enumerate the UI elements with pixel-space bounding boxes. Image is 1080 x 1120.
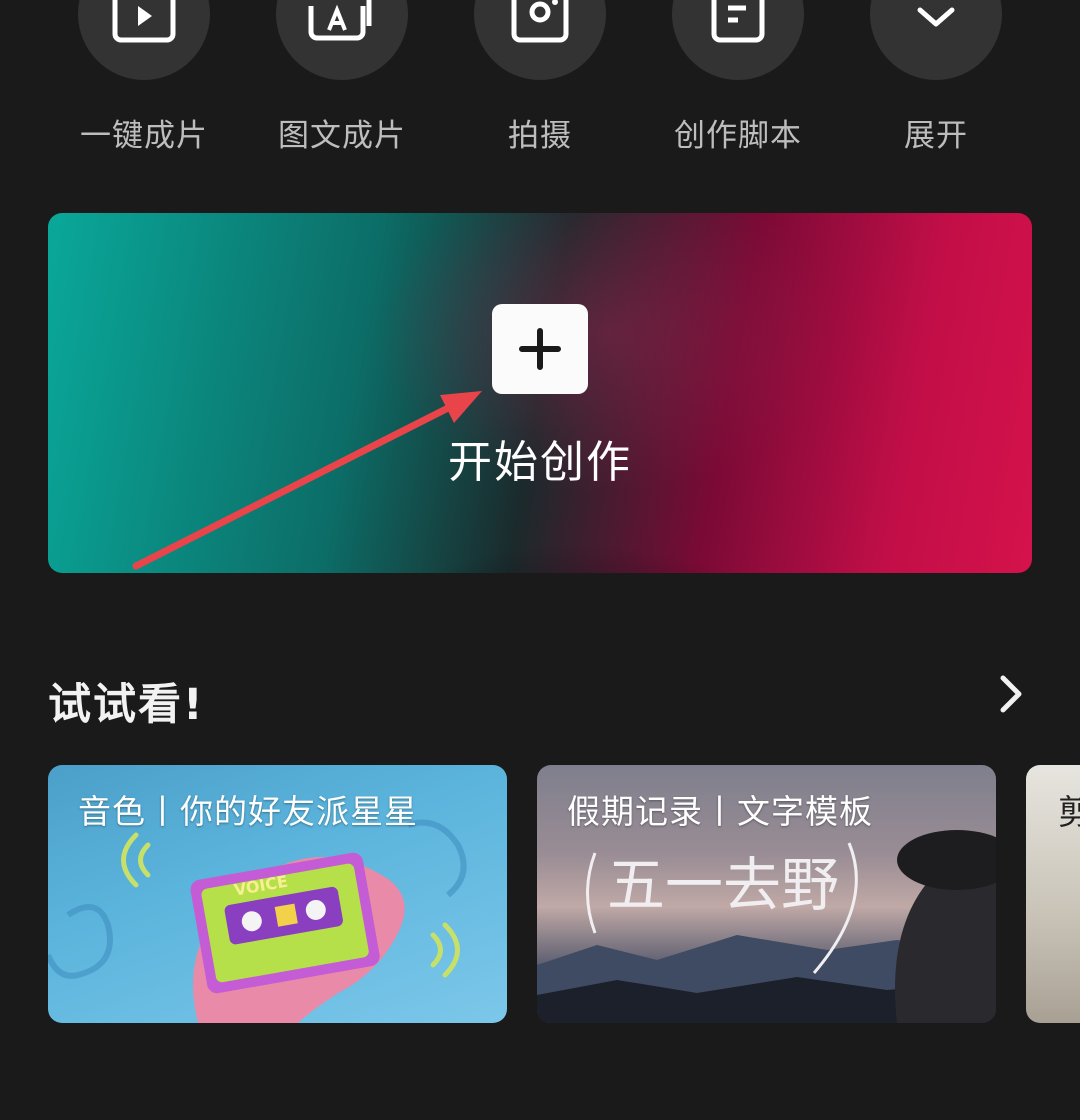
template-card[interactable]: 五一去野 假期记录丨文字模板 — [537, 765, 996, 1023]
plus-icon — [519, 328, 561, 370]
tool-label: 创作脚本 — [674, 118, 802, 154]
tool-text-to-video[interactable]: 图文成片 — [243, 0, 441, 155]
start-creation-button[interactable] — [492, 304, 588, 394]
card-title: 音色丨你的好友派星星 — [78, 792, 418, 831]
tool-label: 展开 — [904, 118, 968, 154]
tool-circle — [78, 0, 210, 80]
quick-tools-row: 一键成片 图文成片 拍摄 创作脚本 展开 — [0, 0, 1080, 170]
tool-expand[interactable]: 展开 — [837, 0, 1035, 155]
section-title: 试试看! — [48, 680, 205, 730]
chevron-down-icon — [917, 7, 955, 27]
text-image-icon — [308, 0, 372, 41]
tool-one-click-video[interactable]: 一键成片 — [45, 0, 243, 155]
tool-circle — [672, 0, 804, 80]
card-art-text: 五一去野 — [607, 851, 839, 919]
chevron-right-icon[interactable] — [993, 672, 1029, 716]
card-title: 剪 — [1058, 793, 1080, 833]
home-page: 一键成片 图文成片 拍摄 创作脚本 展开 开始创作 试试看! VOICE 音色丨… — [0, 0, 1080, 1120]
template-card[interactable]: VOICE 音色丨你的好友派星星 — [48, 765, 507, 1023]
tool-label: 图文成片 — [278, 118, 406, 154]
play-icon — [112, 0, 176, 43]
start-creation-banner[interactable]: 开始创作 — [48, 213, 1032, 573]
start-creation-label: 开始创作 — [448, 437, 632, 488]
tool-circle — [276, 0, 408, 80]
card-title: 假期记录丨文字模板 — [567, 792, 873, 831]
script-icon — [711, 0, 765, 43]
tool-circle — [870, 0, 1002, 80]
tool-circle — [474, 0, 606, 80]
tool-label: 拍摄 — [508, 118, 572, 154]
camera-icon — [511, 0, 569, 43]
tool-script[interactable]: 创作脚本 — [639, 0, 837, 155]
tool-label: 一键成片 — [80, 118, 208, 154]
template-card[interactable]: 剪 — [1026, 765, 1080, 1023]
tool-shoot[interactable]: 拍摄 — [441, 0, 639, 155]
